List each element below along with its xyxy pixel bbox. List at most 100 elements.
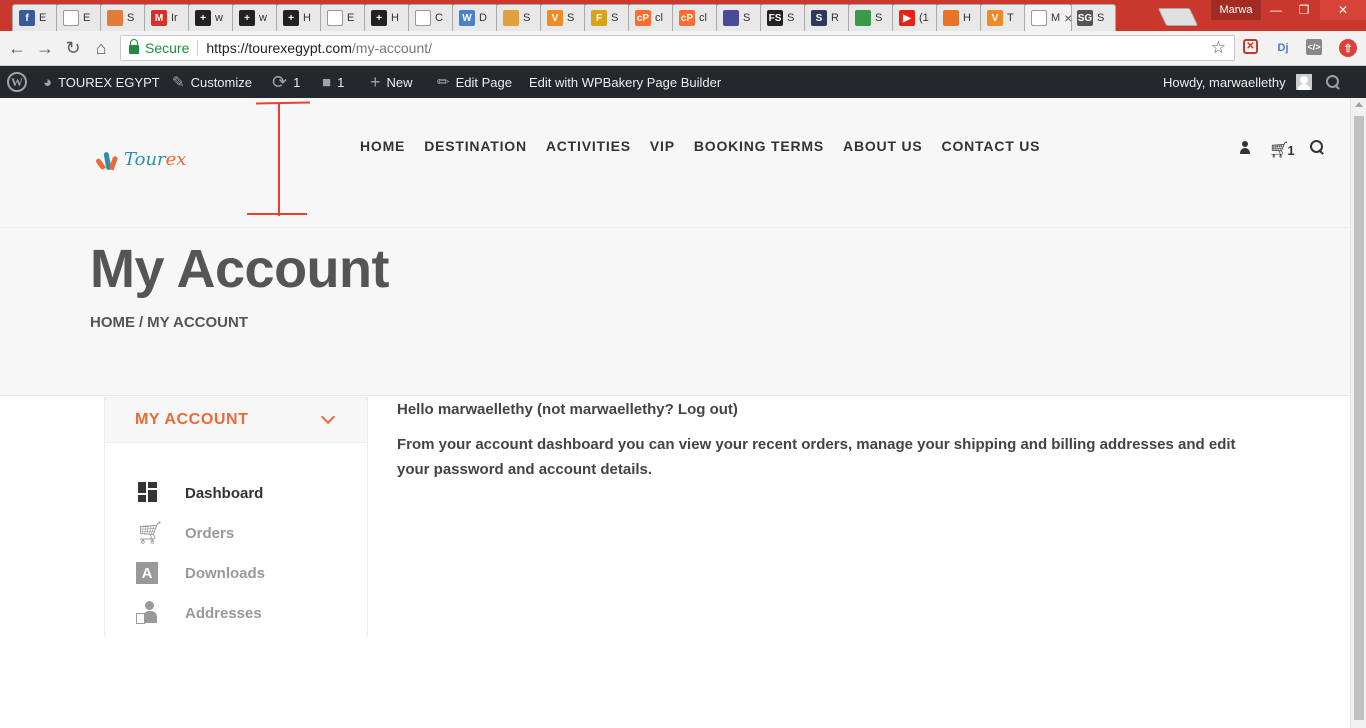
browser-tab[interactable]: FS S	[760, 4, 806, 31]
browser-tab[interactable]: + w	[188, 4, 234, 31]
admin-updates-link[interactable]: ⟳ 1	[272, 66, 300, 98]
browser-tab[interactable]: S	[716, 4, 762, 31]
tab-favicon-icon: +	[239, 10, 255, 26]
tab-title: Ir	[171, 12, 178, 24]
tab-title: T	[1007, 12, 1014, 24]
code-extension-icon[interactable]: </>	[1306, 39, 1322, 55]
blocker-extension-icon[interactable]: ✕	[1243, 39, 1258, 54]
browser-tab[interactable]: cP cl	[672, 4, 718, 31]
browser-tab[interactable]: E	[56, 4, 102, 31]
tab-title: S	[611, 12, 619, 24]
account-button[interactable]	[1239, 140, 1251, 154]
account-nav-dashboard[interactable]: Dashboard	[105, 473, 367, 513]
admin-comments-count: 1	[337, 74, 345, 90]
header-search-button[interactable]	[1310, 140, 1324, 154]
tab-favicon-icon: cP	[679, 10, 695, 26]
pencil-icon: ✏	[437, 74, 450, 91]
cart-button[interactable]: 🛒︎ 1	[1269, 140, 1295, 160]
maximize-icon[interactable]: ❐	[1290, 0, 1318, 20]
page-scrollbar[interactable]	[1350, 98, 1366, 728]
logo-text-a: Tour	[124, 148, 166, 170]
browser-tab[interactable]: WD	[452, 4, 498, 31]
home-icon[interactable]: ⌂	[90, 37, 112, 59]
tab-title: E	[83, 12, 91, 24]
browser-tab[interactable]: SR	[804, 4, 850, 31]
forward-icon[interactable]: →	[34, 37, 56, 59]
search-icon	[1310, 140, 1324, 154]
browser-tab[interactable]: H	[936, 4, 982, 31]
minimize-icon[interactable]: —	[1262, 0, 1290, 20]
account-nav-orders[interactable]: 🛒︎ Orders	[105, 513, 367, 553]
wordpress-logo-button[interactable]: W	[7, 66, 27, 98]
window-close-icon[interactable]: ✕	[1320, 0, 1366, 20]
browser-tab[interactable]: ▶ (1	[892, 4, 938, 31]
page-title-band: My Account HOME / MY ACCOUNT	[0, 228, 1350, 396]
dashboard-icon	[136, 481, 160, 505]
back-icon[interactable]: ←	[6, 37, 28, 59]
browser-tab[interactable]: S	[496, 4, 542, 31]
nav-contact-us[interactable]: CONTACT US	[942, 138, 1041, 154]
upload-extension-icon[interactable]: ⇧	[1339, 39, 1357, 57]
dashboard-description: From your account dashboard you can view…	[397, 436, 1236, 478]
profile-button[interactable]: Marwa	[1211, 0, 1261, 20]
admin-edit-page-link[interactable]: ✏ Edit Page	[437, 66, 512, 98]
tab-close-icon[interactable]: ×	[1064, 10, 1071, 26]
annotation-mark	[278, 104, 280, 216]
breadcrumb-home[interactable]: HOME	[90, 314, 135, 331]
tab-favicon-icon: SG	[1077, 10, 1093, 26]
browser-tab[interactable]: M ×	[1024, 4, 1072, 31]
browser-tab[interactable]: M Ir	[144, 4, 190, 31]
browser-tab[interactable]: S	[848, 4, 894, 31]
admin-new-link[interactable]: + New	[370, 66, 413, 98]
new-tab-button[interactable]	[1157, 8, 1199, 26]
bookmark-star-icon[interactable]: ☆	[1211, 38, 1226, 58]
browser-tab[interactable]: + H	[276, 4, 322, 31]
nav-home[interactable]: HOME	[360, 138, 405, 154]
account-nav-toggle[interactable]: MY ACCOUNT	[105, 398, 367, 443]
tab-title: E	[347, 12, 355, 24]
admin-customize-link[interactable]: ✎ Customize	[172, 66, 252, 98]
account-nav-addresses[interactable]: Addresses	[105, 593, 367, 633]
browser-tab[interactable]: SG S	[1070, 4, 1116, 31]
nav-vip[interactable]: VIP	[650, 138, 675, 154]
translate-extension-icon[interactable]: Dj	[1274, 39, 1292, 57]
address-bar[interactable]: Secure https://tourexegypt.com/my-accoun…	[120, 35, 1235, 61]
browser-tab[interactable]: VT	[980, 4, 1026, 31]
nav-activities[interactable]: ACTIVITIES	[546, 138, 631, 154]
browser-tab[interactable]: fE	[12, 4, 58, 31]
logo-flame-icon	[95, 146, 121, 172]
admin-comments-link[interactable]: ■ 1	[322, 66, 344, 98]
account-nav-downloads[interactable]: A Downloads	[105, 553, 367, 593]
browser-tab[interactable]: C	[408, 4, 454, 31]
annotation-mark	[255, 101, 311, 105]
browser-tab[interactable]: VS	[540, 4, 586, 31]
admin-wpbakery-link[interactable]: Edit with WPBakery Page Builder	[529, 66, 721, 98]
site-logo[interactable]: Tourex	[95, 146, 186, 172]
cart-check-icon: 🛒︎	[136, 520, 164, 545]
browser-tab[interactable]: + w	[232, 4, 278, 31]
nav-about-us[interactable]: ABOUT US	[843, 138, 923, 154]
tab-title: w	[259, 12, 267, 24]
logo-wordmark: Tourex	[124, 149, 186, 170]
reload-icon[interactable]: ↻	[62, 37, 84, 59]
plus-icon: +	[370, 71, 381, 92]
nav-booking-terms[interactable]: BOOKING TERMS	[694, 138, 824, 154]
nav-destination[interactable]: DESTINATION	[424, 138, 527, 154]
browser-tab[interactable]: E	[320, 4, 366, 31]
scrollbar-thumb[interactable]	[1354, 116, 1364, 720]
cart-count: 1	[1287, 142, 1295, 158]
tab-title: S	[787, 12, 795, 24]
browser-tab[interactable]: + H	[364, 4, 410, 31]
admin-search-button[interactable]	[1326, 66, 1340, 98]
scroll-up-arrow[interactable]	[1355, 102, 1363, 107]
browser-tab[interactable]: S	[100, 4, 146, 31]
browser-tab[interactable]: cP cl	[628, 4, 674, 31]
tab-favicon-icon: ▶	[899, 10, 915, 26]
admin-site-name-link[interactable]: ◕ TOUREX EGYPT	[43, 66, 160, 98]
account-nav-heading: MY ACCOUNT	[135, 411, 249, 428]
chevron-down-icon	[320, 409, 336, 425]
account-navigation: MY ACCOUNT Dashboard 🛒︎ Orders A Downloa…	[104, 397, 368, 637]
admin-account-menu[interactable]: Howdy, marwaellethy	[1163, 66, 1312, 98]
browser-tab[interactable]: FS	[584, 4, 630, 31]
breadcrumb: HOME / MY ACCOUNT	[90, 314, 248, 331]
